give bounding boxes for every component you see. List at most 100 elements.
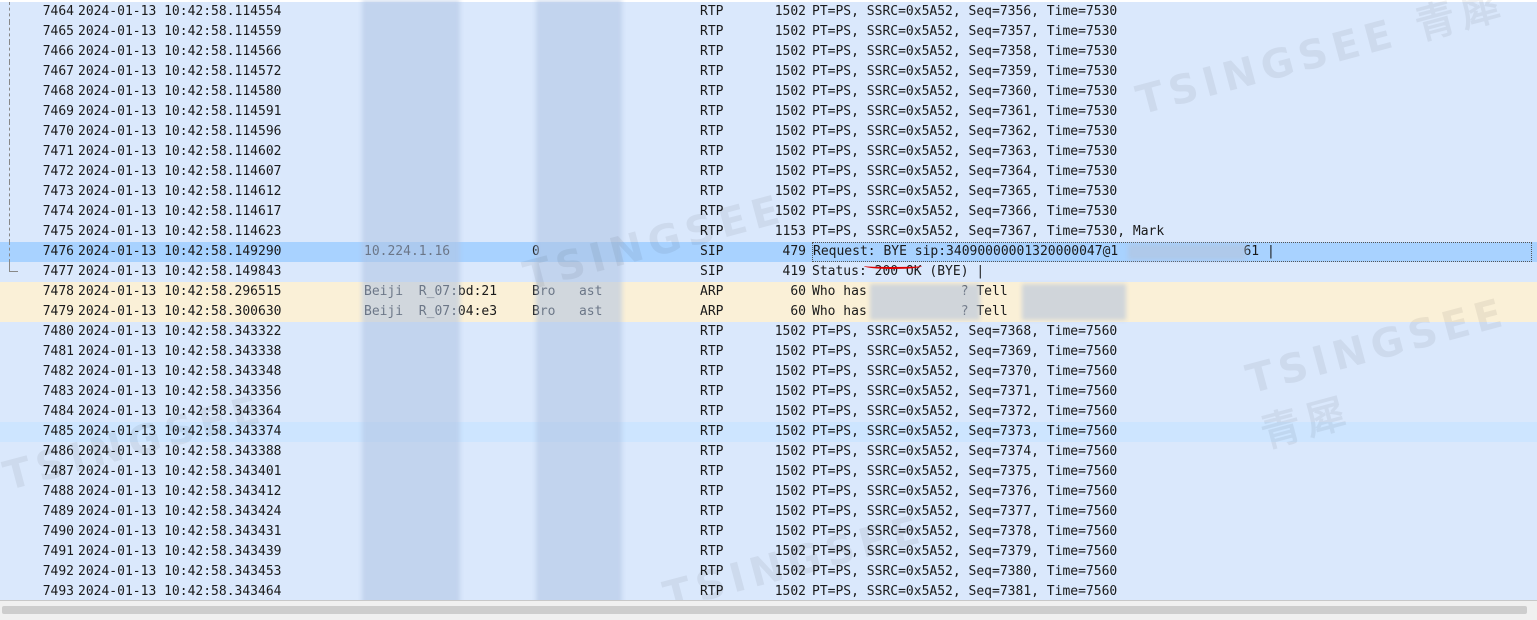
packet-row[interactable]: 7472 2024-01-13 10:42:58.114607 RTP 1502 PT=…	[0, 162, 1537, 182]
packet-row[interactable]: 7475 2024-01-13 10:42:58.114623 RTP 1153 PT=…	[0, 222, 1537, 242]
packet-number: 7477	[42, 264, 74, 279]
packet-row[interactable]: 7467 2024-01-13 10:42:58.114572 RTP 1502 PT=…	[0, 62, 1537, 82]
packet-info: PT=PS, SSRC=0x5A52, Seq=7358, Time=7530	[812, 44, 1118, 59]
packet-row[interactable]: 7493 2024-01-13 10:42:58.343464 RTP 1502 PT=…	[0, 582, 1537, 602]
packet-number: 7491	[42, 544, 74, 559]
packet-protocol: RTP	[700, 64, 724, 79]
packet-protocol: RTP	[700, 124, 724, 139]
packet-protocol: RTP	[700, 224, 724, 239]
packet-number: 7470	[42, 124, 74, 139]
packet-protocol: RTP	[700, 24, 724, 39]
packet-time: 2024-01-13 10:42:58.343453	[78, 564, 282, 579]
packet-row[interactable]: 7468 2024-01-13 10:42:58.114580 RTP 1502 PT=…	[0, 82, 1537, 102]
packet-length: 60	[790, 304, 806, 319]
packet-protocol: RTP	[700, 44, 724, 59]
packet-row[interactable]: 7482 2024-01-13 10:42:58.343348 RTP 1502 PT=…	[0, 362, 1537, 382]
packet-number: 7466	[42, 44, 74, 59]
packet-row[interactable]: 7483 2024-01-13 10:42:58.343356 RTP 1502 PT=…	[0, 382, 1537, 402]
packet-length: 1502	[774, 424, 806, 439]
packet-row[interactable]: 7491 2024-01-13 10:42:58.343439 RTP 1502 PT=…	[0, 542, 1537, 562]
packet-time: 2024-01-13 10:42:58.114596	[78, 124, 282, 139]
packet-time: 2024-01-13 10:42:58.114617	[78, 204, 282, 219]
packet-length: 60	[790, 284, 806, 299]
packet-length: 1502	[774, 484, 806, 499]
packet-row[interactable]: 7488 2024-01-13 10:42:58.343412 RTP 1502 PT=…	[0, 482, 1537, 502]
packet-info: PT=PS, SSRC=0x5A52, Seq=7367, Time=7530,…	[812, 224, 1165, 239]
packet-protocol: RTP	[700, 444, 724, 459]
scrollbar-thumb[interactable]	[2, 606, 1527, 614]
packet-number: 7476	[42, 244, 74, 259]
packet-length: 1502	[774, 204, 806, 219]
packet-number: 7464	[42, 4, 74, 19]
packet-info: PT=PS, SSRC=0x5A52, Seq=7366, Time=7530	[812, 204, 1118, 219]
packet-info: PT=PS, SSRC=0x5A52, Seq=7381, Time=7560	[812, 584, 1118, 599]
packet-row[interactable]: 74762024-01-13 10:42:58.14929010.224.1.1…	[0, 242, 1537, 262]
packet-length: 1502	[774, 584, 806, 599]
packet-info: PT=PS, SSRC=0x5A52, Seq=7377, Time=7560	[812, 504, 1118, 519]
packet-info: PT=PS, SSRC=0x5A52, Seq=7364, Time=7530	[812, 164, 1118, 179]
packet-row[interactable]: 7464 2024-01-13 10:42:58.114554 RTP 1502 PT=…	[0, 2, 1537, 22]
packet-row[interactable]: 7489 2024-01-13 10:42:58.343424 RTP 1502 PT=…	[0, 502, 1537, 522]
packet-row[interactable]: 7490 2024-01-13 10:42:58.343431 RTP 1502 PT=…	[0, 522, 1537, 542]
packet-number: 7492	[42, 564, 74, 579]
packet-time: 2024-01-13 10:42:58.343412	[78, 484, 282, 499]
packet-info: PT=PS, SSRC=0x5A52, Seq=7380, Time=7560	[812, 564, 1118, 579]
packet-length: 1153	[774, 224, 806, 239]
packet-list[interactable]: 7464 2024-01-13 10:42:58.114554 RTP 1502 PT=…	[0, 2, 1537, 602]
packet-length: 1502	[774, 564, 806, 579]
packet-row[interactable]: 7477 2024-01-13 10:42:58.149843 SIP 419 Stat…	[0, 262, 1537, 282]
packet-row[interactable]: 7465 2024-01-13 10:42:58.114559 RTP 1502 PT=…	[0, 22, 1537, 42]
packet-row[interactable]: 7486 2024-01-13 10:42:58.343388 RTP 1502 PT=…	[0, 442, 1537, 462]
packet-number: 7465	[42, 24, 74, 39]
packet-row[interactable]: 7487 2024-01-13 10:42:58.343401 RTP 1502 PT=…	[0, 462, 1537, 482]
packet-time: 2024-01-13 10:42:58.343424	[78, 504, 282, 519]
packet-number: 7474	[42, 204, 74, 219]
packet-row[interactable]: 7469 2024-01-13 10:42:58.114591 RTP 1502 PT=…	[0, 102, 1537, 122]
packet-number: 7487	[42, 464, 74, 479]
packet-row[interactable]: 74792024-01-13 10:42:58.300630Beiji R_07…	[0, 302, 1537, 322]
packet-info: PT=PS, SSRC=0x5A52, Seq=7375, Time=7560	[812, 464, 1118, 479]
packet-row[interactable]: 7484 2024-01-13 10:42:58.343364 RTP 1502 PT=…	[0, 402, 1537, 422]
packet-time: 2024-01-13 10:42:58.114607	[78, 164, 282, 179]
packet-time: 2024-01-13 10:42:58.343322	[78, 324, 282, 339]
packet-row[interactable]: 7471 2024-01-13 10:42:58.114602 RTP 1502 PT=…	[0, 142, 1537, 162]
packet-length: 1502	[774, 24, 806, 39]
packet-row[interactable]: 74782024-01-13 10:42:58.296515Beiji R_07…	[0, 282, 1537, 302]
packet-number: 7484	[42, 404, 74, 419]
packet-number: 7483	[42, 384, 74, 399]
packet-time: 2024-01-13 10:42:58.114591	[78, 104, 282, 119]
packet-protocol: RTP	[700, 164, 724, 179]
packet-time: 2024-01-13 10:42:58.343364	[78, 404, 282, 419]
packet-number: 7485	[42, 424, 74, 439]
packet-length: 1502	[774, 64, 806, 79]
packet-row[interactable]: 7485 2024-01-13 10:42:58.343374 RTP 1502 PT=…	[0, 422, 1537, 442]
packet-row[interactable]: 7473 2024-01-13 10:42:58.114612 RTP 1502 PT=…	[0, 182, 1537, 202]
packet-protocol: RTP	[700, 544, 724, 559]
packet-length: 1502	[774, 444, 806, 459]
packet-time: 2024-01-13 10:42:58.343431	[78, 524, 282, 539]
packet-row[interactable]: 7480 2024-01-13 10:42:58.343322 RTP 1502 PT=…	[0, 322, 1537, 342]
packet-length: 1502	[774, 364, 806, 379]
packet-time: 2024-01-13 10:42:58.149843	[78, 264, 282, 279]
redacted-arp-sender	[1022, 284, 1126, 320]
packet-number: 7468	[42, 84, 74, 99]
redacted-sip-address	[1128, 244, 1246, 260]
packet-number: 7475	[42, 224, 74, 239]
packet-number: 7482	[42, 364, 74, 379]
packet-number: 7469	[42, 104, 74, 119]
packet-number: 7478	[42, 284, 74, 299]
horizontal-scrollbar[interactable]	[0, 600, 1537, 620]
packet-row[interactable]: 7492 2024-01-13 10:42:58.343453 RTP 1502 PT=…	[0, 562, 1537, 582]
packet-length: 1502	[774, 504, 806, 519]
packet-protocol: RTP	[700, 504, 724, 519]
packet-time: 2024-01-13 10:42:58.114566	[78, 44, 282, 59]
packet-row[interactable]: 7470 2024-01-13 10:42:58.114596 RTP 1502 PT=…	[0, 122, 1537, 142]
packet-protocol: RTP	[700, 464, 724, 479]
packet-row[interactable]: 7466 2024-01-13 10:42:58.114566 RTP 1502 PT=…	[0, 42, 1537, 62]
packet-row[interactable]: 7474 2024-01-13 10:42:58.114617 RTP 1502 PT=…	[0, 202, 1537, 222]
packet-protocol: RTP	[700, 404, 724, 419]
packet-length: 1502	[774, 164, 806, 179]
packet-row[interactable]: 7481 2024-01-13 10:42:58.343338 RTP 1502 PT=…	[0, 342, 1537, 362]
packet-info: PT=PS, SSRC=0x5A52, Seq=7360, Time=7530	[812, 84, 1118, 99]
packet-protocol: RTP	[700, 584, 724, 599]
